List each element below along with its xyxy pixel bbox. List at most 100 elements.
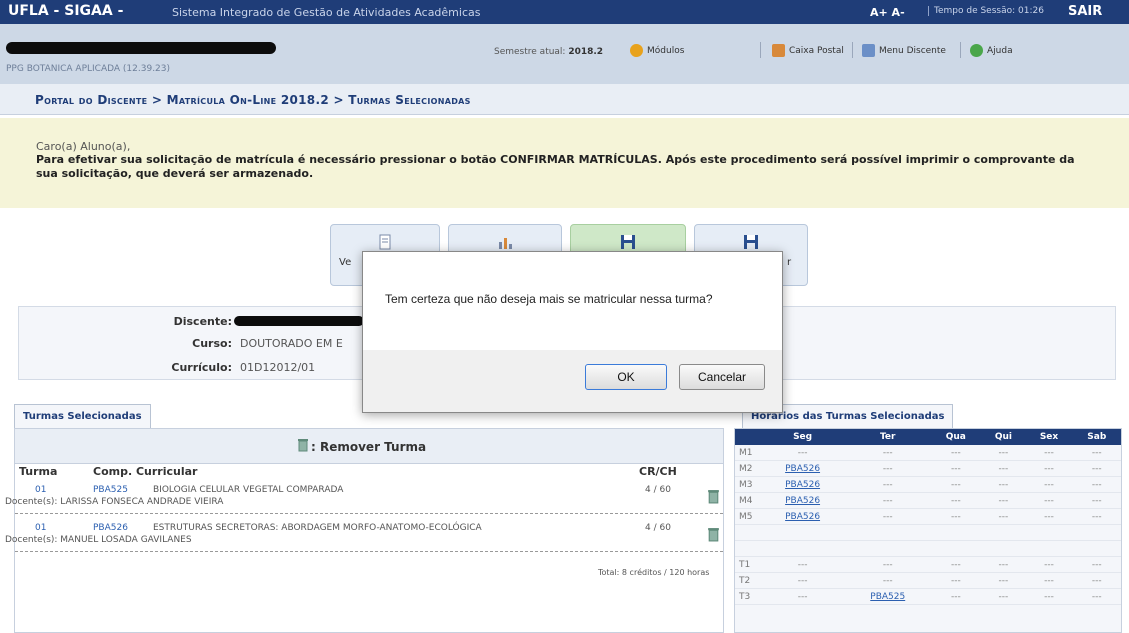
font-size-controls[interactable]: A+ A-: [870, 6, 905, 19]
schedule-table: Seg Ter Qua Qui Sex Sab M1 --- --- --- --- --…: [734, 428, 1122, 633]
save-button-label: r: [787, 257, 792, 268]
schedule-slot: M2: [735, 460, 760, 477]
remove-class-label: : Remover Turma: [311, 440, 427, 454]
schedule-cell: ---: [930, 508, 982, 525]
schedule-class-link[interactable]: PBA526: [760, 476, 846, 493]
view-button-label: Ve: [339, 257, 352, 268]
schedule-cell: ---: [845, 460, 931, 477]
schedule-cell: ---: [845, 476, 931, 493]
schedule-cell: [845, 540, 931, 557]
greeting: Caro(a) Aluno(a),: [36, 140, 131, 153]
day-header: Qui: [981, 429, 1026, 445]
schedule-class-link[interactable]: PBA525: [845, 588, 931, 605]
chart-icon: [499, 238, 512, 249]
schedule-row: T2 --- --- --- --- --- ---: [735, 572, 1121, 589]
student-menu-label: Menu Discente: [879, 45, 946, 56]
ok-button[interactable]: OK: [585, 364, 667, 390]
schedule-cell: [1072, 540, 1121, 557]
schedule-cell: ---: [981, 445, 1026, 461]
schedule-row: T3 --- PBA525 --- --- --- ---: [735, 588, 1121, 605]
schedule-cell: ---: [981, 572, 1026, 589]
schedule-cell: ---: [1025, 556, 1073, 573]
schedule-cell: [981, 524, 1026, 541]
user-info-bar: PPG BOTANICA APLICADA (12.39.23) Semestr…: [0, 24, 1129, 84]
current-semester: Semestre atual: 2018.2: [494, 47, 603, 57]
help-link[interactable]: Ajuda: [970, 44, 1013, 57]
remove-class-trash-icon[interactable]: [707, 489, 720, 504]
class-code[interactable]: PBA525: [93, 485, 128, 495]
instruction-text: Para efetivar sua solicitação de matrícu…: [36, 153, 1075, 180]
schedule-slot: T1: [735, 556, 760, 573]
tab-selected-classes[interactable]: Turmas Selecionadas: [14, 404, 151, 429]
schedule-cell: ---: [930, 460, 982, 477]
separator: [852, 42, 853, 58]
schedule-cell: [930, 540, 982, 557]
header-turma: Turma: [19, 465, 58, 478]
schedule-grid: Seg Ter Qua Qui Sex Sab M1 --- --- --- --- --…: [735, 429, 1121, 605]
schedule-class-link[interactable]: PBA526: [760, 508, 846, 525]
exit-link[interactable]: SAIR: [1068, 4, 1102, 19]
schedule-slot: M5: [735, 508, 760, 525]
schedule-cell: [1072, 524, 1121, 541]
schedule-class-link[interactable]: PBA526: [760, 492, 846, 509]
schedule-slot: M4: [735, 492, 760, 509]
dialog-question: Tem certeza que não deseja mais se matri…: [385, 292, 713, 306]
redacted-user-name: [6, 42, 276, 54]
class-row: 01 PBA525 BIOLOGIA CELULAR VEGETAL COMPA…: [5, 481, 723, 514]
schedule-slot: M3: [735, 476, 760, 493]
schedule-cell: ---: [981, 556, 1026, 573]
save-icon: [744, 235, 758, 249]
help-icon: [970, 44, 983, 57]
schedule-cell: ---: [1072, 492, 1121, 509]
schedule-row: M5 PBA526 --- --- --- --- ---: [735, 508, 1121, 525]
class-turma[interactable]: 01: [35, 485, 46, 495]
schedule-cell: [1025, 540, 1073, 557]
schedule-row: [735, 524, 1121, 541]
curso-value: DOUTORADO EM E: [240, 337, 343, 350]
schedule-row: M2 PBA526 --- --- --- --- ---: [735, 460, 1121, 477]
mailbox-icon: [772, 44, 785, 57]
class-name: BIOLOGIA CELULAR VEGETAL COMPARADA: [153, 485, 344, 495]
trash-icon: [298, 439, 308, 452]
help-label: Ajuda: [987, 45, 1013, 56]
schedule-cell: [930, 524, 982, 541]
schedule-cell: ---: [845, 508, 931, 525]
schedule-cell: ---: [1025, 508, 1073, 525]
schedule-row: [735, 540, 1121, 557]
class-turma[interactable]: 01: [35, 523, 46, 533]
schedule-cell: ---: [1025, 572, 1073, 589]
separator: [960, 42, 961, 58]
schedule-slot: [735, 524, 760, 541]
header-comp-curricular: Comp. Curricular: [93, 465, 198, 478]
modules-link[interactable]: Módulos: [630, 44, 684, 57]
mailbox-link[interactable]: Caixa Postal: [772, 44, 844, 57]
schedule-cell: ---: [1025, 460, 1073, 477]
schedule-cell: ---: [1072, 460, 1121, 477]
schedule-slot: M1: [735, 445, 760, 461]
schedule-cell: [760, 540, 846, 557]
schedule-cell: ---: [930, 556, 982, 573]
schedule-cell: [981, 540, 1026, 557]
class-teacher: Docente(s): MANUEL LOSADA GAVILANES: [5, 535, 192, 545]
schedule-cell: ---: [1025, 492, 1073, 509]
schedule-cell: ---: [1025, 588, 1073, 605]
dialog-footer: OK Cancelar: [363, 350, 782, 412]
remove-class-trash-icon[interactable]: [707, 527, 720, 542]
modules-label: Módulos: [647, 45, 685, 56]
class-code[interactable]: PBA526: [93, 523, 128, 533]
student-menu-link[interactable]: Menu Discente: [862, 44, 946, 57]
brand-title: UFLA - SIGAA -: [8, 3, 124, 19]
schedule-cell: ---: [930, 572, 982, 589]
schedule-cell: ---: [760, 588, 846, 605]
document-icon: [379, 234, 391, 250]
schedule-class-link[interactable]: PBA526: [760, 460, 846, 477]
class-row: 01 PBA526 ESTRUTURAS SECRETORAS: ABORDAG…: [5, 519, 723, 552]
cancel-button[interactable]: Cancelar: [679, 364, 765, 390]
schedule-cell: ---: [981, 588, 1026, 605]
schedule-cell: ---: [760, 445, 846, 461]
menu-icon: [862, 44, 875, 57]
system-name: Sistema Integrado de Gestão de Atividade…: [172, 6, 481, 19]
schedule-cell: ---: [1072, 476, 1121, 493]
class-name: ESTRUTURAS SECRETORAS: ABORDAGEM MORFO-A…: [153, 523, 482, 533]
schedule-cell: ---: [930, 492, 982, 509]
